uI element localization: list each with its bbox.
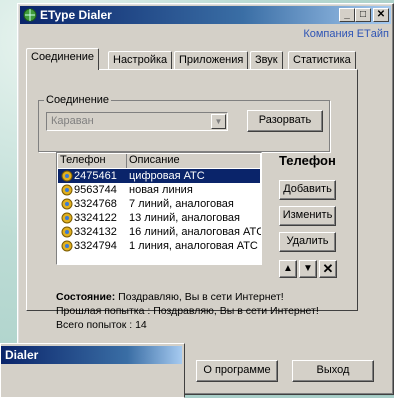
list-item[interactable]: 3324794 1 линия, аналоговая АТС <box>58 239 260 253</box>
status-label: Состояние: <box>56 291 116 303</box>
second-window-title-bar[interactable]: Dialer <box>1 346 182 364</box>
phone-number: 2475461 <box>74 170 117 182</box>
phone-number: 3324794 <box>74 240 117 252</box>
delete-button[interactable]: Удалить <box>279 232 336 252</box>
arrow-down-icon: ▼ <box>303 263 313 274</box>
connection-select-value: Караван <box>51 115 94 127</box>
phone-description: новая линия <box>129 184 193 196</box>
phone-description: цифровая АТС <box>129 170 205 182</box>
second-window: Dialer <box>0 343 185 398</box>
minimize-button[interactable]: _ <box>339 8 355 22</box>
list-item[interactable]: 3324132 16 линий, аналоговая АТС <box>58 225 262 239</box>
phone-number: 9563744 <box>74 184 117 196</box>
edit-button[interactable]: Изменить <box>279 206 336 226</box>
tab-statistics[interactable]: Статистика <box>288 51 356 69</box>
app-globe-icon <box>23 8 37 22</box>
about-button[interactable]: О программе <box>196 360 278 382</box>
column-description[interactable]: Описание <box>127 154 260 168</box>
status-text: Поздравляю, Вы в сети Интернет! <box>118 291 284 303</box>
list-item[interactable]: 2475461 цифровая АТС <box>58 169 260 183</box>
phone-icon <box>61 212 73 224</box>
maximize-button[interactable]: □ <box>355 8 371 22</box>
total-attempts-label: Всего попыток : <box>56 319 133 331</box>
phone-icon <box>61 198 73 210</box>
phone-list[interactable]: Телефон Описание 2475461 цифровая АТС 9563… <box>56 152 262 265</box>
company-label: Компания ETайп <box>303 28 389 40</box>
last-attempt-label: Прошлая попытка : <box>56 305 151 317</box>
add-button[interactable]: Добавить <box>279 180 336 200</box>
total-attempts-line: Всего попыток : 14 <box>56 319 147 331</box>
x-icon: ✕ <box>322 261 334 276</box>
phone-icon <box>61 240 73 252</box>
connection-group-label: Соединение <box>44 94 112 106</box>
window-title: EType Dialer <box>40 8 112 22</box>
phone-icon <box>61 184 73 196</box>
chevron-down-icon[interactable]: ▼ <box>211 114 226 129</box>
column-phone[interactable]: Телефон <box>58 154 127 168</box>
phone-description: 7 линий, аналоговая <box>129 198 234 210</box>
tab-sound[interactable]: Звук <box>250 51 283 69</box>
phone-number: 3324122 <box>74 212 117 224</box>
last-attempt-line: Прошлая попытка : Поздравляю, Вы в сети … <box>56 305 319 317</box>
tab-settings[interactable]: Настройка <box>108 51 173 69</box>
list-item[interactable]: 3324122 13 линий, аналоговая <box>58 211 260 225</box>
status-line: Состояние: Поздравляю, Вы в сети Интерне… <box>56 291 284 303</box>
disconnect-button[interactable]: Разорвать <box>247 110 323 132</box>
second-window-title: Dialer <box>5 348 39 362</box>
move-down-button[interactable]: ▼ <box>299 260 317 278</box>
connection-select[interactable]: Караван ▼ <box>46 112 228 131</box>
phone-description: 16 линий, аналоговая АТС <box>129 226 262 238</box>
last-attempt-text: Поздравляю, Вы в сети Интернет! <box>153 305 319 317</box>
tab-applications[interactable]: Приложения <box>174 51 249 69</box>
phone-number: 3324768 <box>74 198 117 210</box>
remove-x-button[interactable]: ✕ <box>319 260 337 278</box>
phone-icon <box>61 170 73 182</box>
list-item[interactable]: 9563744 новая линия <box>58 183 260 197</box>
total-attempts-value: 14 <box>135 319 147 331</box>
phone-number: 3324132 <box>74 226 117 238</box>
phone-description: 1 линия, аналоговая АТС <box>129 240 258 252</box>
close-button[interactable]: ✕ <box>373 8 389 22</box>
exit-button[interactable]: Выход <box>292 360 374 382</box>
tab-connection[interactable]: Соединение <box>26 48 100 70</box>
phone-description: 13 линий, аналоговая <box>129 212 240 224</box>
list-header: Телефон Описание <box>58 154 260 168</box>
phone-icon <box>61 226 73 238</box>
list-item[interactable]: 3324768 7 линий, аналоговая <box>58 197 260 211</box>
phone-heading: Телефон <box>279 153 336 168</box>
title-bar[interactable]: EType Dialer _ □ ✕ <box>20 6 391 24</box>
move-up-button[interactable]: ▲ <box>279 260 297 278</box>
arrow-up-icon: ▲ <box>283 263 293 274</box>
